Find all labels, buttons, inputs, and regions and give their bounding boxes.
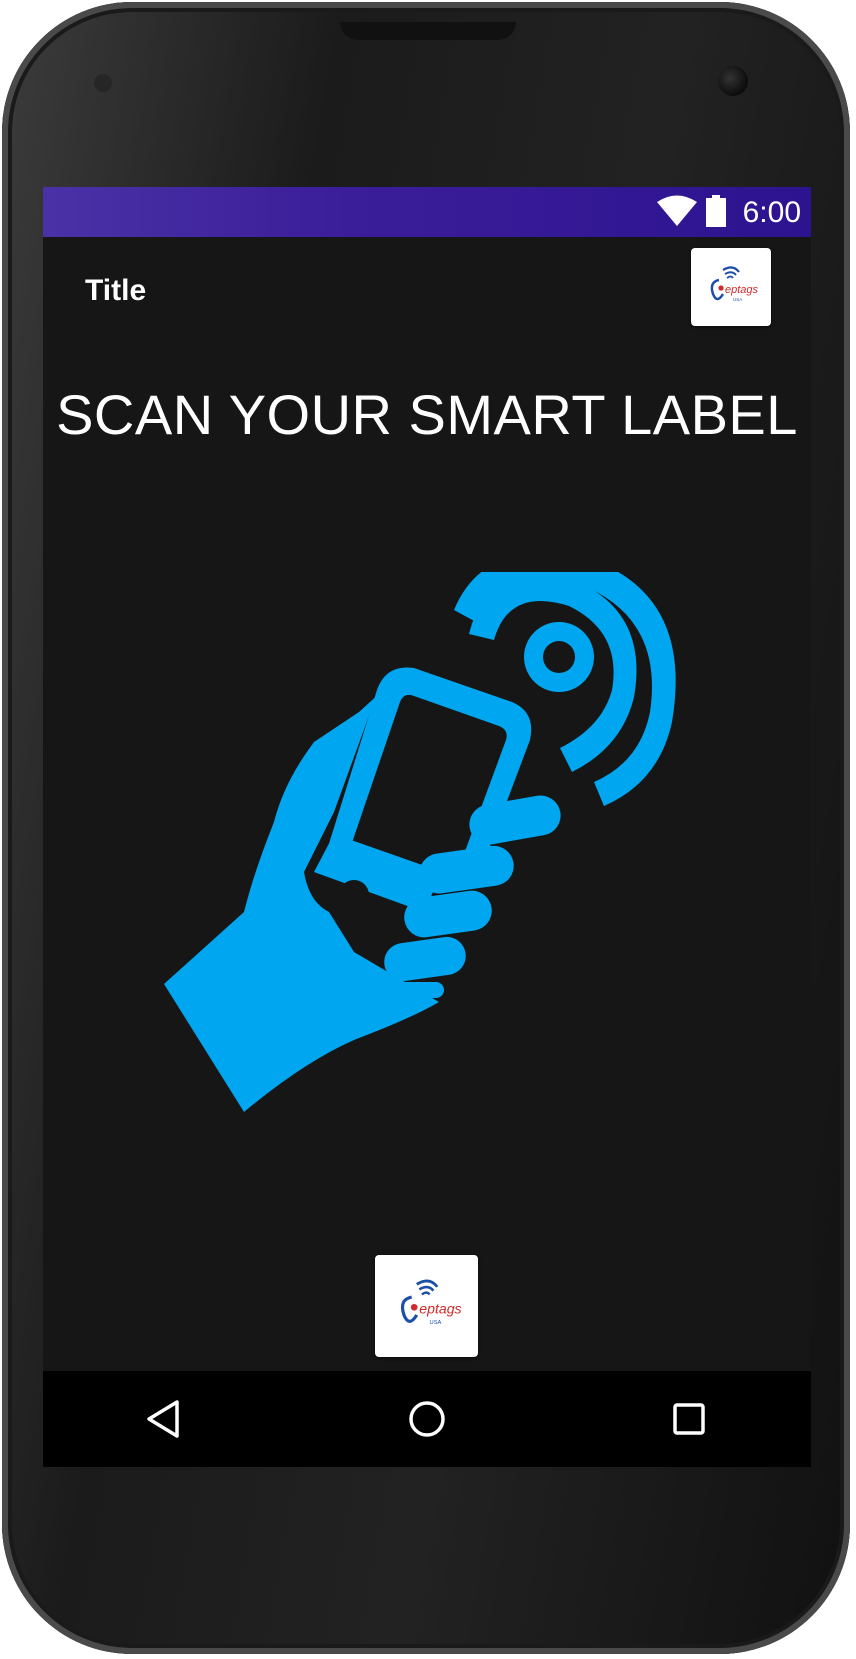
phone-screen: 6:00 Title eptags USA SCAN YOUR SMART LA…: [43, 187, 811, 1467]
hand-phone-nfc-icon: [164, 572, 676, 1112]
recents-button[interactable]: [665, 1395, 713, 1443]
back-button[interactable]: [139, 1395, 187, 1443]
scan-headline: SCAN YOUR SMART LABEL: [56, 383, 798, 446]
svg-text:eptags: eptags: [419, 1301, 461, 1317]
top-logo-button[interactable]: eptags USA: [691, 248, 771, 326]
home-circle-icon: [409, 1401, 445, 1437]
phone-device-frame: 6:00 Title eptags USA SCAN YOUR SMART LA…: [0, 0, 856, 1659]
proximity-sensor: [94, 74, 112, 92]
company-logo-icon: eptags USA: [400, 1279, 461, 1326]
svg-text:USA: USA: [733, 297, 742, 302]
svg-text:USA: USA: [429, 1320, 441, 1326]
battery-icon: [706, 195, 726, 227]
status-time: 6:00: [742, 196, 801, 229]
navigation-bar: [43, 1371, 811, 1467]
earpiece-speaker: [340, 22, 516, 40]
front-camera: [718, 66, 748, 96]
bottom-logo-button[interactable]: eptags USA: [375, 1255, 478, 1357]
recents-square-icon: [673, 1403, 705, 1435]
status-bar: 6:00: [43, 187, 811, 237]
home-button[interactable]: [403, 1395, 451, 1443]
page-title: Title: [85, 274, 147, 307]
wifi-icon: [657, 195, 697, 226]
company-logo-icon: eptags USA: [710, 266, 759, 302]
svg-text:eptags: eptags: [725, 284, 759, 296]
back-triangle-icon: [147, 1400, 179, 1438]
